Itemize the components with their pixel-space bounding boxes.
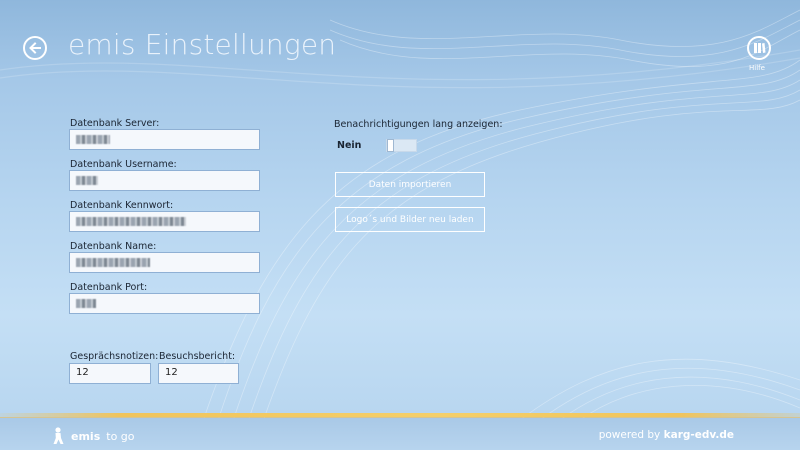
port-input[interactable] — [69, 293, 260, 314]
password-label: Datenbank Kennwort: — [70, 200, 174, 211]
username-label: Datenbank Username: — [70, 159, 177, 170]
import-data-button[interactable]: Daten importieren — [335, 172, 485, 197]
report-label: Besuchsbericht: — [159, 351, 236, 362]
notify-label: Benachrichtigungen lang anzeigen: — [334, 119, 503, 130]
brand-name: emis — [71, 429, 101, 443]
redacted-value — [76, 299, 96, 308]
notes-input[interactable]: 12 — [69, 363, 151, 384]
help-button[interactable]: Hilfe — [746, 36, 772, 72]
page-title: emis Einstellungen — [68, 28, 337, 61]
username-input[interactable] — [69, 170, 260, 191]
reload-images-button[interactable]: Logo´s und Bilder neu laden — [335, 207, 485, 232]
redacted-value — [76, 176, 98, 185]
dbname-input[interactable] — [69, 252, 260, 273]
powered-prefix: powered by — [598, 429, 661, 441]
port-label: Datenbank Port: — [70, 282, 148, 293]
server-input[interactable] — [69, 129, 260, 150]
redacted-value — [76, 258, 150, 267]
notify-toggle[interactable] — [386, 139, 417, 152]
server-label: Datenbank Server: — [70, 118, 160, 129]
header: emis Einstellungen Hilfe — [0, 0, 800, 85]
brand: emis to go — [52, 427, 135, 445]
back-button[interactable] — [23, 36, 47, 60]
notes-label: Gesprächsnotizen: — [70, 351, 159, 362]
redacted-value — [76, 135, 110, 144]
report-input[interactable]: 12 — [158, 363, 239, 384]
toggle-state-label: Nein — [337, 140, 362, 151]
back-arrow-icon — [29, 42, 41, 54]
powered-by: powered by karg-edv.de — [599, 429, 734, 441]
help-label: Hilfe — [749, 64, 765, 72]
powered-brand: karg-edv.de — [663, 429, 734, 441]
redacted-value — [76, 217, 186, 226]
runner-logo-icon — [53, 427, 64, 444]
footer: emis to go powered by karg-edv.de — [0, 418, 800, 450]
brand-suffix: to go — [106, 429, 135, 443]
password-input[interactable] — [69, 211, 260, 232]
dbname-label: Datenbank Name: — [70, 241, 157, 252]
book-icon — [753, 43, 765, 53]
toggle-thumb[interactable] — [387, 139, 394, 152]
